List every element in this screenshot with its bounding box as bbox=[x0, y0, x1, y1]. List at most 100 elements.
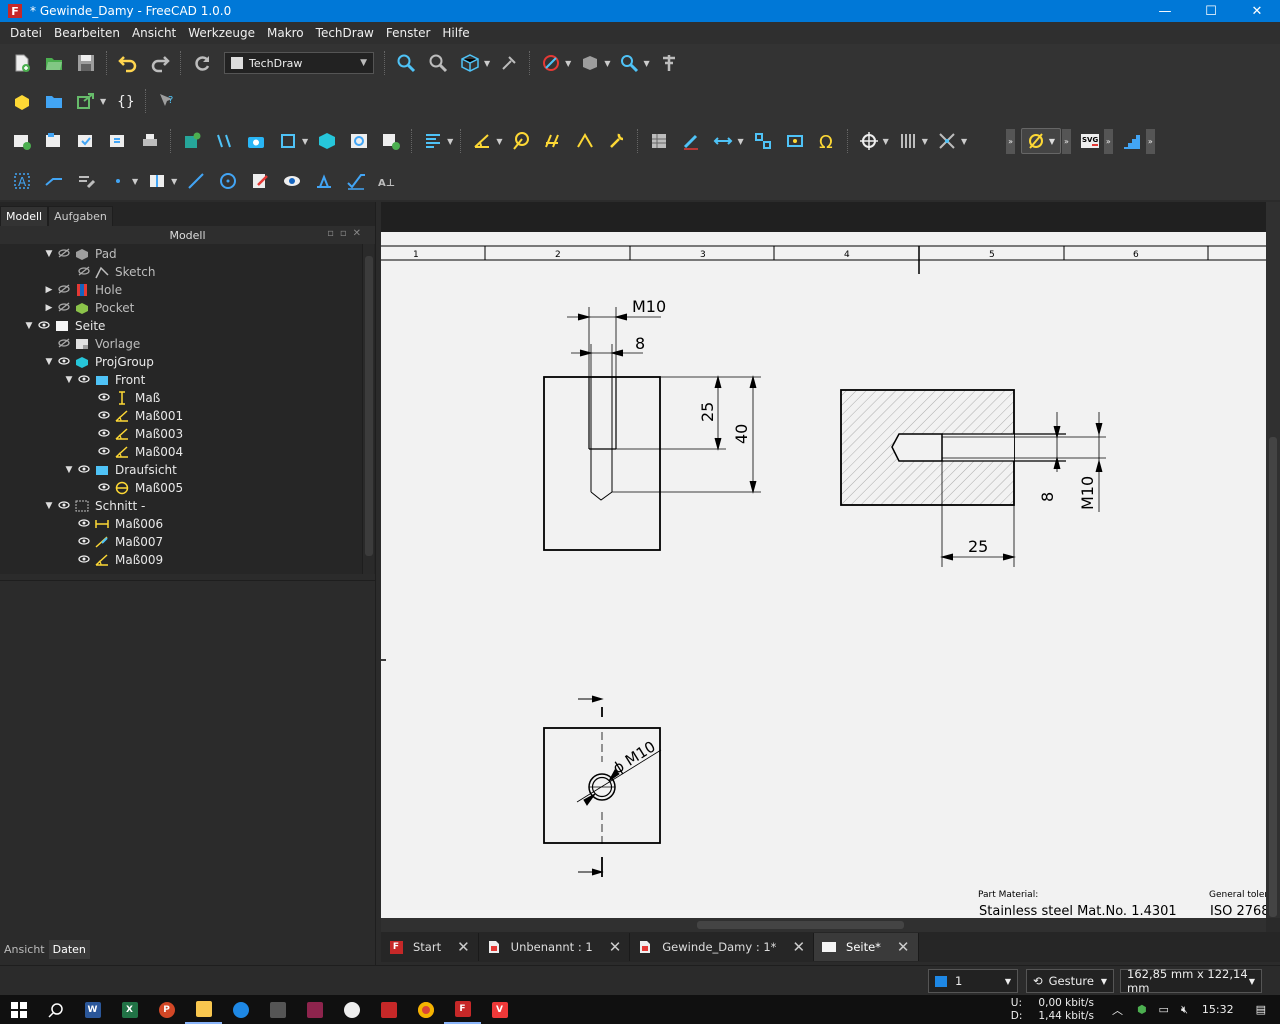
show-hide-button[interactable] bbox=[279, 168, 305, 194]
tree-item-maß004[interactable]: Maß004 bbox=[0, 443, 183, 461]
eye-hidden-icon[interactable] bbox=[57, 247, 71, 261]
toolbar-overflow-icon[interactable]: » bbox=[1006, 128, 1015, 154]
menu-bearbeiten[interactable]: Bearbeiten bbox=[48, 26, 126, 40]
eye-icon[interactable] bbox=[77, 464, 91, 477]
hatch-button[interactable] bbox=[895, 128, 921, 154]
angle3pt-dimension-button[interactable] bbox=[572, 128, 598, 154]
redo-button[interactable] bbox=[147, 50, 173, 76]
toolbar-overflow-icon[interactable]: » bbox=[1062, 128, 1071, 154]
eye-icon[interactable] bbox=[77, 554, 91, 567]
dim-m10-front[interactable]: M10 bbox=[632, 297, 666, 316]
top-view[interactable] bbox=[543, 695, 662, 877]
create-group-button[interactable] bbox=[41, 88, 67, 114]
doc-tab-gewinde-damy-1[interactable]: Gewinde_Damy : 1* ✕ bbox=[630, 933, 815, 961]
taskbar-edge[interactable] bbox=[222, 995, 259, 1024]
toolbar-overflow-icon[interactable]: » bbox=[1145, 128, 1155, 154]
menu-fenster[interactable]: Fenster bbox=[380, 26, 437, 40]
redraw-page-button[interactable] bbox=[73, 128, 99, 154]
start-button[interactable] bbox=[0, 995, 37, 1024]
create-variable-set-button[interactable]: {} bbox=[112, 88, 138, 114]
chevron-down-icon[interactable]: ▼ bbox=[643, 59, 649, 68]
dim-8-section[interactable]: 8 bbox=[1038, 492, 1057, 502]
taskbar-excel[interactable]: X bbox=[111, 995, 148, 1024]
insert-symbol-button[interactable]: Ω bbox=[814, 128, 840, 154]
menu-ansicht[interactable]: Ansicht bbox=[126, 26, 182, 40]
tab-modell[interactable]: Modell bbox=[0, 206, 49, 226]
richtext-button[interactable] bbox=[73, 168, 99, 194]
eye-hidden-icon[interactable] bbox=[57, 337, 71, 351]
menu-techdraw[interactable]: TechDraw bbox=[310, 26, 380, 40]
expand-down-icon[interactable]: ▼ bbox=[44, 357, 54, 367]
annotation-button[interactable]: A bbox=[9, 168, 35, 194]
tab-aufgaben[interactable]: Aufgaben bbox=[48, 206, 113, 226]
eye-hidden-icon[interactable] bbox=[57, 301, 71, 315]
expand-down-icon[interactable]: ▼ bbox=[44, 249, 54, 259]
chevron-up-icon[interactable]: ︿ bbox=[1112, 1002, 1123, 1018]
chevron-down-icon[interactable]: ▼ bbox=[922, 137, 928, 146]
line-button[interactable] bbox=[41, 168, 67, 194]
open-document-button[interactable] bbox=[41, 50, 67, 76]
tree-item-vorlage[interactable]: Vorlage bbox=[0, 335, 140, 353]
eye-icon[interactable] bbox=[97, 410, 111, 423]
menu-hilfe[interactable]: Hilfe bbox=[436, 26, 475, 40]
tree-item-maß005[interactable]: Maß005 bbox=[0, 479, 183, 497]
projection-group-button[interactable] bbox=[275, 128, 301, 154]
taskbar-winrar[interactable] bbox=[296, 995, 333, 1024]
tree-item-maß006[interactable]: Maß006 bbox=[0, 515, 163, 533]
horizontal-scrollbar[interactable] bbox=[381, 918, 1266, 932]
selection-filter-button[interactable] bbox=[616, 50, 642, 76]
page-number-selector[interactable]: 1 ▼ bbox=[928, 969, 1018, 993]
taskbar-calculator[interactable] bbox=[259, 995, 296, 1024]
title-block-material-value[interactable]: Stainless steel Mat.No. 1.4301 bbox=[979, 904, 1177, 918]
cosmetic-vertex-button[interactable] bbox=[934, 128, 960, 154]
create-part-button[interactable] bbox=[9, 88, 35, 114]
dim-m10-section[interactable]: M10 bbox=[1078, 476, 1097, 510]
vertex-button[interactable] bbox=[105, 168, 131, 194]
dim-25-front[interactable]: 25 bbox=[698, 402, 717, 422]
active-view-button[interactable] bbox=[243, 128, 269, 154]
taskbar-explorer[interactable] bbox=[185, 995, 222, 1024]
close-button[interactable]: ✕ bbox=[1234, 0, 1280, 22]
chevron-down-icon[interactable]: ▼ bbox=[961, 137, 967, 146]
insert-table-button[interactable] bbox=[646, 128, 672, 154]
menu-datei[interactable]: Datei bbox=[4, 26, 48, 40]
doc-tab-unbenannt-1[interactable]: Unbenannt : 1 ✕ bbox=[479, 933, 631, 961]
menu-makro[interactable]: Makro bbox=[261, 26, 310, 40]
insert-page-template-button[interactable] bbox=[41, 128, 67, 154]
tree-scrollbar[interactable] bbox=[362, 244, 374, 574]
chevron-down-icon[interactable]: ▼ bbox=[171, 177, 177, 186]
radius-dimension-button[interactable] bbox=[508, 128, 534, 154]
midpoint-button[interactable] bbox=[144, 168, 170, 194]
draw-style-button[interactable] bbox=[538, 50, 564, 76]
taskbar-freecad[interactable]: F bbox=[444, 995, 481, 1024]
weld-symbol-button[interactable] bbox=[311, 168, 337, 194]
whats-this-button[interactable]: ? bbox=[154, 88, 180, 114]
align-button[interactable] bbox=[420, 128, 446, 154]
eye-icon[interactable] bbox=[97, 392, 111, 405]
tree-item-seite[interactable]: ▼ Seite bbox=[0, 317, 106, 335]
chevron-down-icon[interactable]: ▼ bbox=[604, 59, 610, 68]
expand-down-icon[interactable]: ▼ bbox=[24, 321, 34, 331]
bounding-box-button[interactable] bbox=[577, 50, 603, 76]
close-icon[interactable]: ✕ bbox=[609, 938, 622, 956]
navigation-style-selector[interactable]: ⟲ Gesture ▼ bbox=[1026, 969, 1114, 993]
panel-float-close-icons[interactable]: ▫▫✕ bbox=[327, 228, 367, 239]
chevron-down-icon[interactable]: ▼ bbox=[565, 59, 571, 68]
tolerance-button[interactable]: A⊥ bbox=[375, 168, 401, 194]
cosmetic-circle-button[interactable] bbox=[215, 168, 241, 194]
tree-item-hole[interactable]: ▶ Hole bbox=[0, 281, 123, 299]
taskbar-powerpoint[interactable]: P bbox=[148, 995, 185, 1024]
placement-button[interactable] bbox=[656, 50, 682, 76]
stairs-button[interactable] bbox=[1119, 128, 1145, 154]
chevron-down-icon[interactable]: ▼ bbox=[100, 97, 106, 106]
edit-text-button[interactable] bbox=[247, 168, 273, 194]
network-icon[interactable]: ▭ bbox=[1159, 1003, 1169, 1016]
taskbar-app-parrot[interactable] bbox=[333, 995, 370, 1024]
insert-view-button[interactable] bbox=[179, 128, 205, 154]
notification-icon[interactable]: ▤ bbox=[1256, 1003, 1266, 1016]
eye-icon[interactable] bbox=[77, 536, 91, 549]
refresh-button[interactable] bbox=[189, 50, 215, 76]
eye-icon[interactable] bbox=[77, 374, 91, 387]
taskbar-chrome[interactable] bbox=[407, 995, 444, 1024]
centerline-button[interactable] bbox=[856, 128, 882, 154]
